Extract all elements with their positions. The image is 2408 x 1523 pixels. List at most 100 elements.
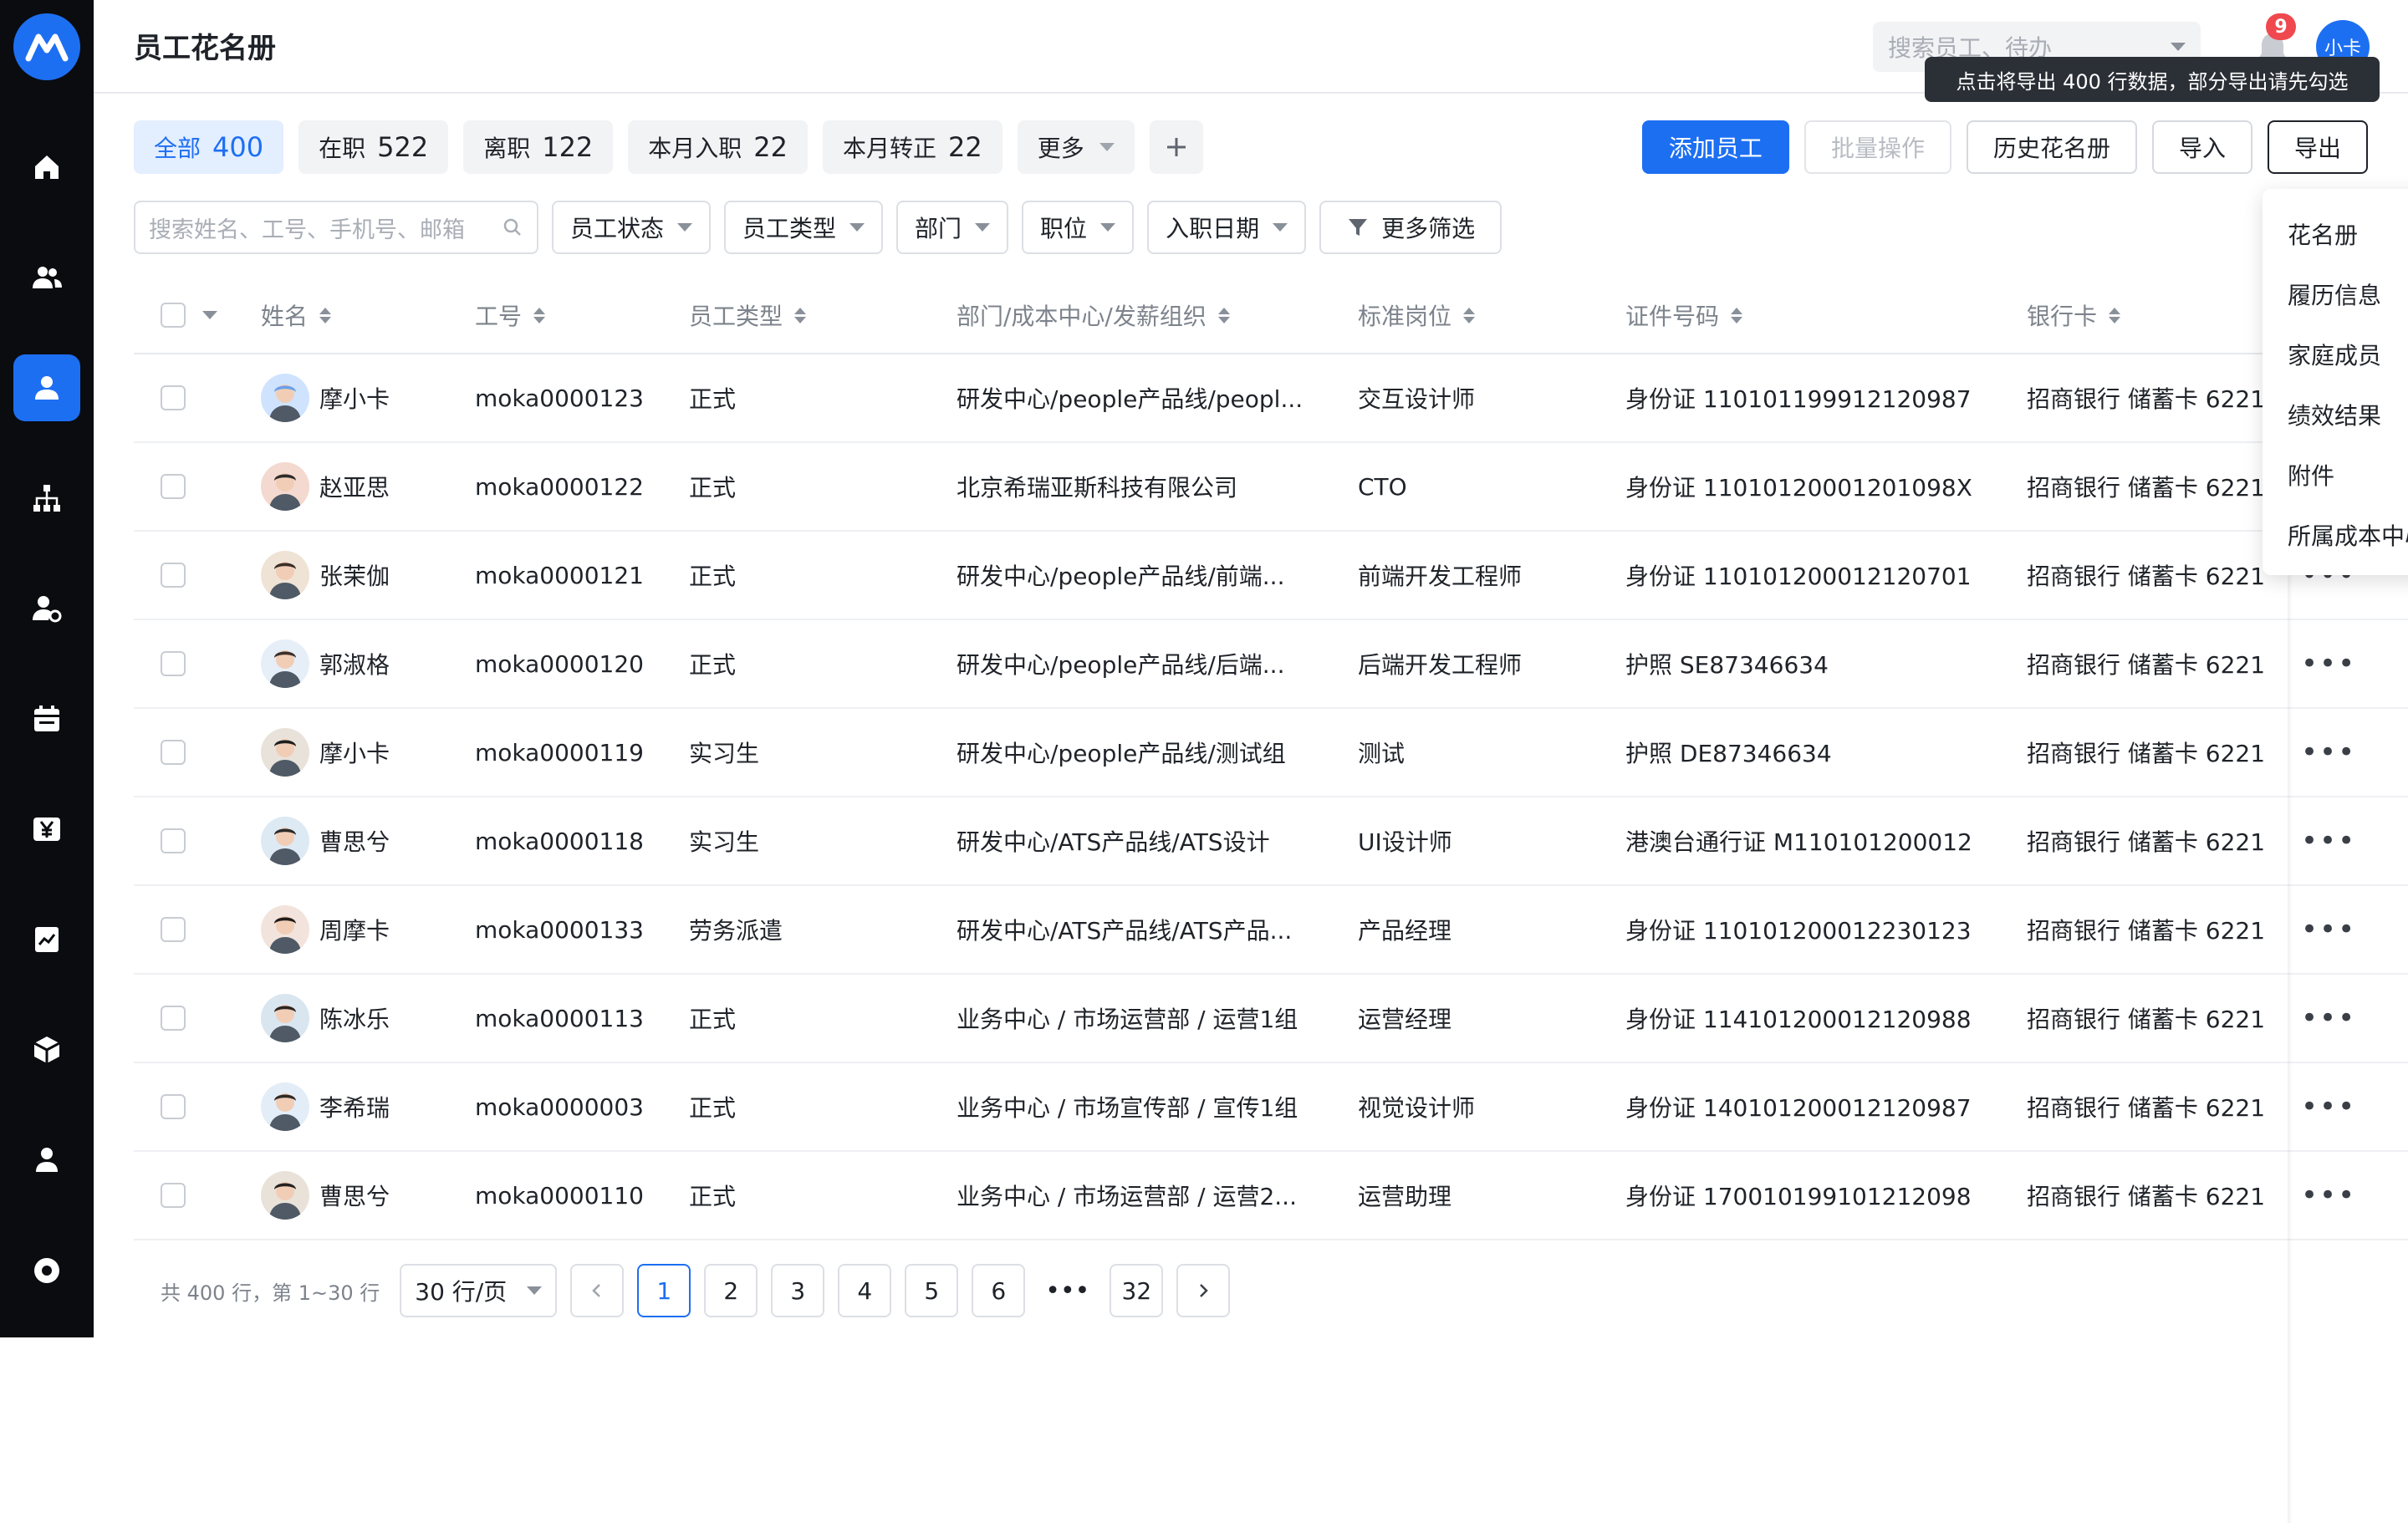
row-checkbox[interactable] (161, 917, 186, 942)
chevron-down-icon[interactable] (202, 311, 217, 319)
name-cell[interactable]: 周摩卡 (261, 886, 390, 973)
row-select-cell[interactable] (161, 443, 186, 530)
table-row[interactable]: 张茉伽 moka0000121 正式 研发中心/people产品线/前端... 前端开发… (134, 532, 2408, 620)
select-all-cell[interactable] (161, 278, 217, 353)
name-cell[interactable]: 张茉伽 (261, 532, 390, 619)
name-cell[interactable]: 赵亚思 (261, 443, 390, 530)
position-filter[interactable]: 职位 (1022, 201, 1135, 254)
row-select-cell[interactable] (161, 797, 186, 884)
export-button[interactable]: 导出 (2267, 120, 2368, 174)
tab-active[interactable]: 在职 522 (298, 120, 449, 174)
table-row[interactable]: 李希瑞 moka0000003 正式 业务中心 / 市场宣传部 / 宣传1组 视觉设计师… (134, 1063, 2408, 1152)
nav-employees[interactable] (13, 354, 80, 421)
page-size-select[interactable]: 30 行/页 (400, 1264, 558, 1317)
row-select-cell[interactable] (161, 354, 186, 441)
sort-icon[interactable] (2109, 307, 2121, 323)
row-checkbox[interactable] (161, 563, 186, 588)
col-header-type[interactable]: 员工类型 (689, 278, 807, 353)
history-roster-button[interactable]: 历史花名册 (1966, 120, 2137, 174)
table-row[interactable]: 陈冰乐 moka0000113 正式 业务中心 / 市场运营部 / 运营1组 运营经理 身… (134, 975, 2408, 1063)
row-checkbox[interactable] (161, 1094, 186, 1119)
name-cell[interactable]: 曹思兮 (261, 1152, 390, 1239)
row-more-actions-icon[interactable]: ••• (2301, 975, 2356, 1062)
page-ellipsis[interactable]: ••• (1038, 1264, 1096, 1317)
page-6-button[interactable]: 6 (972, 1264, 1026, 1317)
col-header-id[interactable]: 工号 (475, 278, 546, 353)
row-more-actions-icon[interactable]: ••• (2301, 886, 2356, 973)
sort-icon[interactable] (1731, 307, 1743, 323)
sort-icon[interactable] (1217, 307, 1230, 323)
row-checkbox[interactable] (161, 385, 186, 410)
row-more-actions-icon[interactable]: ••• (2301, 797, 2356, 884)
name-cell[interactable]: 摩小卡 (261, 354, 390, 441)
table-row[interactable]: 周摩卡 moka0000133 劳务派遣 研发中心/ATS产品线/ATS产品... 产品… (134, 886, 2408, 975)
export-option-performance[interactable]: 绩效结果 (2263, 385, 2408, 445)
sort-icon[interactable] (319, 307, 332, 323)
page-1-button[interactable]: 1 (637, 1264, 691, 1317)
col-header-name[interactable]: 姓名 (261, 278, 332, 353)
row-more-actions-icon[interactable]: ••• (2301, 1063, 2356, 1150)
tab-all[interactable]: 全部 400 (134, 120, 284, 174)
name-cell[interactable]: 郭淑格 (261, 620, 390, 707)
tab-regularized[interactable]: 本月转正 22 (823, 120, 1002, 174)
export-option-cost-center[interactable]: 所属成本中心 (2263, 505, 2408, 565)
dept-filter[interactable]: 部门 (896, 201, 1009, 254)
import-button[interactable]: 导入 (2151, 120, 2252, 174)
export-option-roster[interactable]: 花名册 (2263, 204, 2408, 264)
nav-calendar[interactable] (13, 685, 80, 752)
table-row[interactable]: 郭淑格 moka0000120 正式 研发中心/people产品线/后端... 后端开发… (134, 620, 2408, 709)
select-all-checkbox[interactable] (161, 303, 186, 328)
employee-search-input[interactable]: 搜索姓名、工号、手机号、邮箱 (134, 201, 538, 254)
tab-new-hires[interactable]: 本月入职 22 (628, 120, 809, 174)
page-3-button[interactable]: 3 (771, 1264, 825, 1317)
row-more-actions-icon[interactable]: ••• (2301, 620, 2356, 707)
row-checkbox[interactable] (161, 1183, 186, 1208)
col-header-dept[interactable]: 部门/成本中心/发薪组织 (957, 278, 1230, 353)
export-option-resume[interactable]: 履历信息 (2263, 264, 2408, 324)
col-header-post[interactable]: 标准岗位 (1358, 278, 1476, 353)
nav-settings[interactable] (13, 1237, 80, 1304)
name-cell[interactable]: 摩小卡 (261, 709, 390, 796)
row-select-cell[interactable] (161, 532, 186, 619)
nav-user-settings[interactable] (13, 575, 80, 642)
row-select-cell[interactable] (161, 975, 186, 1062)
nav-team[interactable] (13, 244, 80, 311)
col-header-cert[interactable]: 证件号码 (1625, 278, 1743, 353)
page-5-button[interactable]: 5 (905, 1264, 959, 1317)
type-filter[interactable]: 员工类型 (724, 201, 884, 254)
prev-page-button[interactable] (570, 1264, 625, 1317)
row-select-cell[interactable] (161, 620, 186, 707)
row-select-cell[interactable] (161, 1152, 186, 1239)
export-option-attachments[interactable]: 附件 (2263, 445, 2408, 505)
export-option-family[interactable]: 家庭成员 (2263, 324, 2408, 385)
col-header-bank[interactable]: 银行卡 (2027, 278, 2121, 353)
more-filters-button[interactable]: 更多筛选 (1319, 201, 1502, 254)
name-cell[interactable]: 陈冰乐 (261, 975, 390, 1062)
row-select-cell[interactable] (161, 886, 186, 973)
nav-report[interactable] (13, 906, 80, 973)
nav-org[interactable] (13, 465, 80, 532)
name-cell[interactable]: 曹思兮 (261, 797, 390, 884)
row-checkbox[interactable] (161, 1006, 186, 1031)
row-select-cell[interactable] (161, 709, 186, 796)
add-tab-button[interactable] (1149, 120, 1203, 174)
tab-more[interactable]: 更多 (1017, 120, 1135, 174)
page-last-button[interactable]: 32 (1110, 1264, 1164, 1317)
table-row[interactable]: 摩小卡 moka0000123 正式 研发中心/people产品线/peopl... 交… (134, 354, 2408, 443)
nav-payroll[interactable] (13, 796, 80, 863)
table-row[interactable]: 曹思兮 moka0000118 实习生 研发中心/ATS产品线/ATS设计 UI设计师 港… (134, 797, 2408, 886)
name-cell[interactable]: 李希瑞 (261, 1063, 390, 1150)
nav-home[interactable] (13, 134, 80, 201)
table-row[interactable]: 赵亚思 moka0000122 正式 北京希瑞亚斯科技有限公司 CTO 身份证 11010… (134, 443, 2408, 532)
add-employee-button[interactable]: 添加员工 (1641, 120, 1789, 174)
row-select-cell[interactable] (161, 1063, 186, 1150)
batch-operation-button[interactable]: 批量操作 (1803, 120, 1951, 174)
tab-resigned[interactable]: 离职 122 (463, 120, 614, 174)
page-2-button[interactable]: 2 (704, 1264, 758, 1317)
nav-box[interactable] (13, 1016, 80, 1083)
row-more-actions-icon[interactable]: ••• (2301, 1152, 2356, 1239)
row-checkbox[interactable] (161, 651, 186, 676)
row-more-actions-icon[interactable]: ••• (2301, 709, 2356, 796)
page-4-button[interactable]: 4 (838, 1264, 892, 1317)
sort-icon[interactable] (794, 307, 807, 323)
